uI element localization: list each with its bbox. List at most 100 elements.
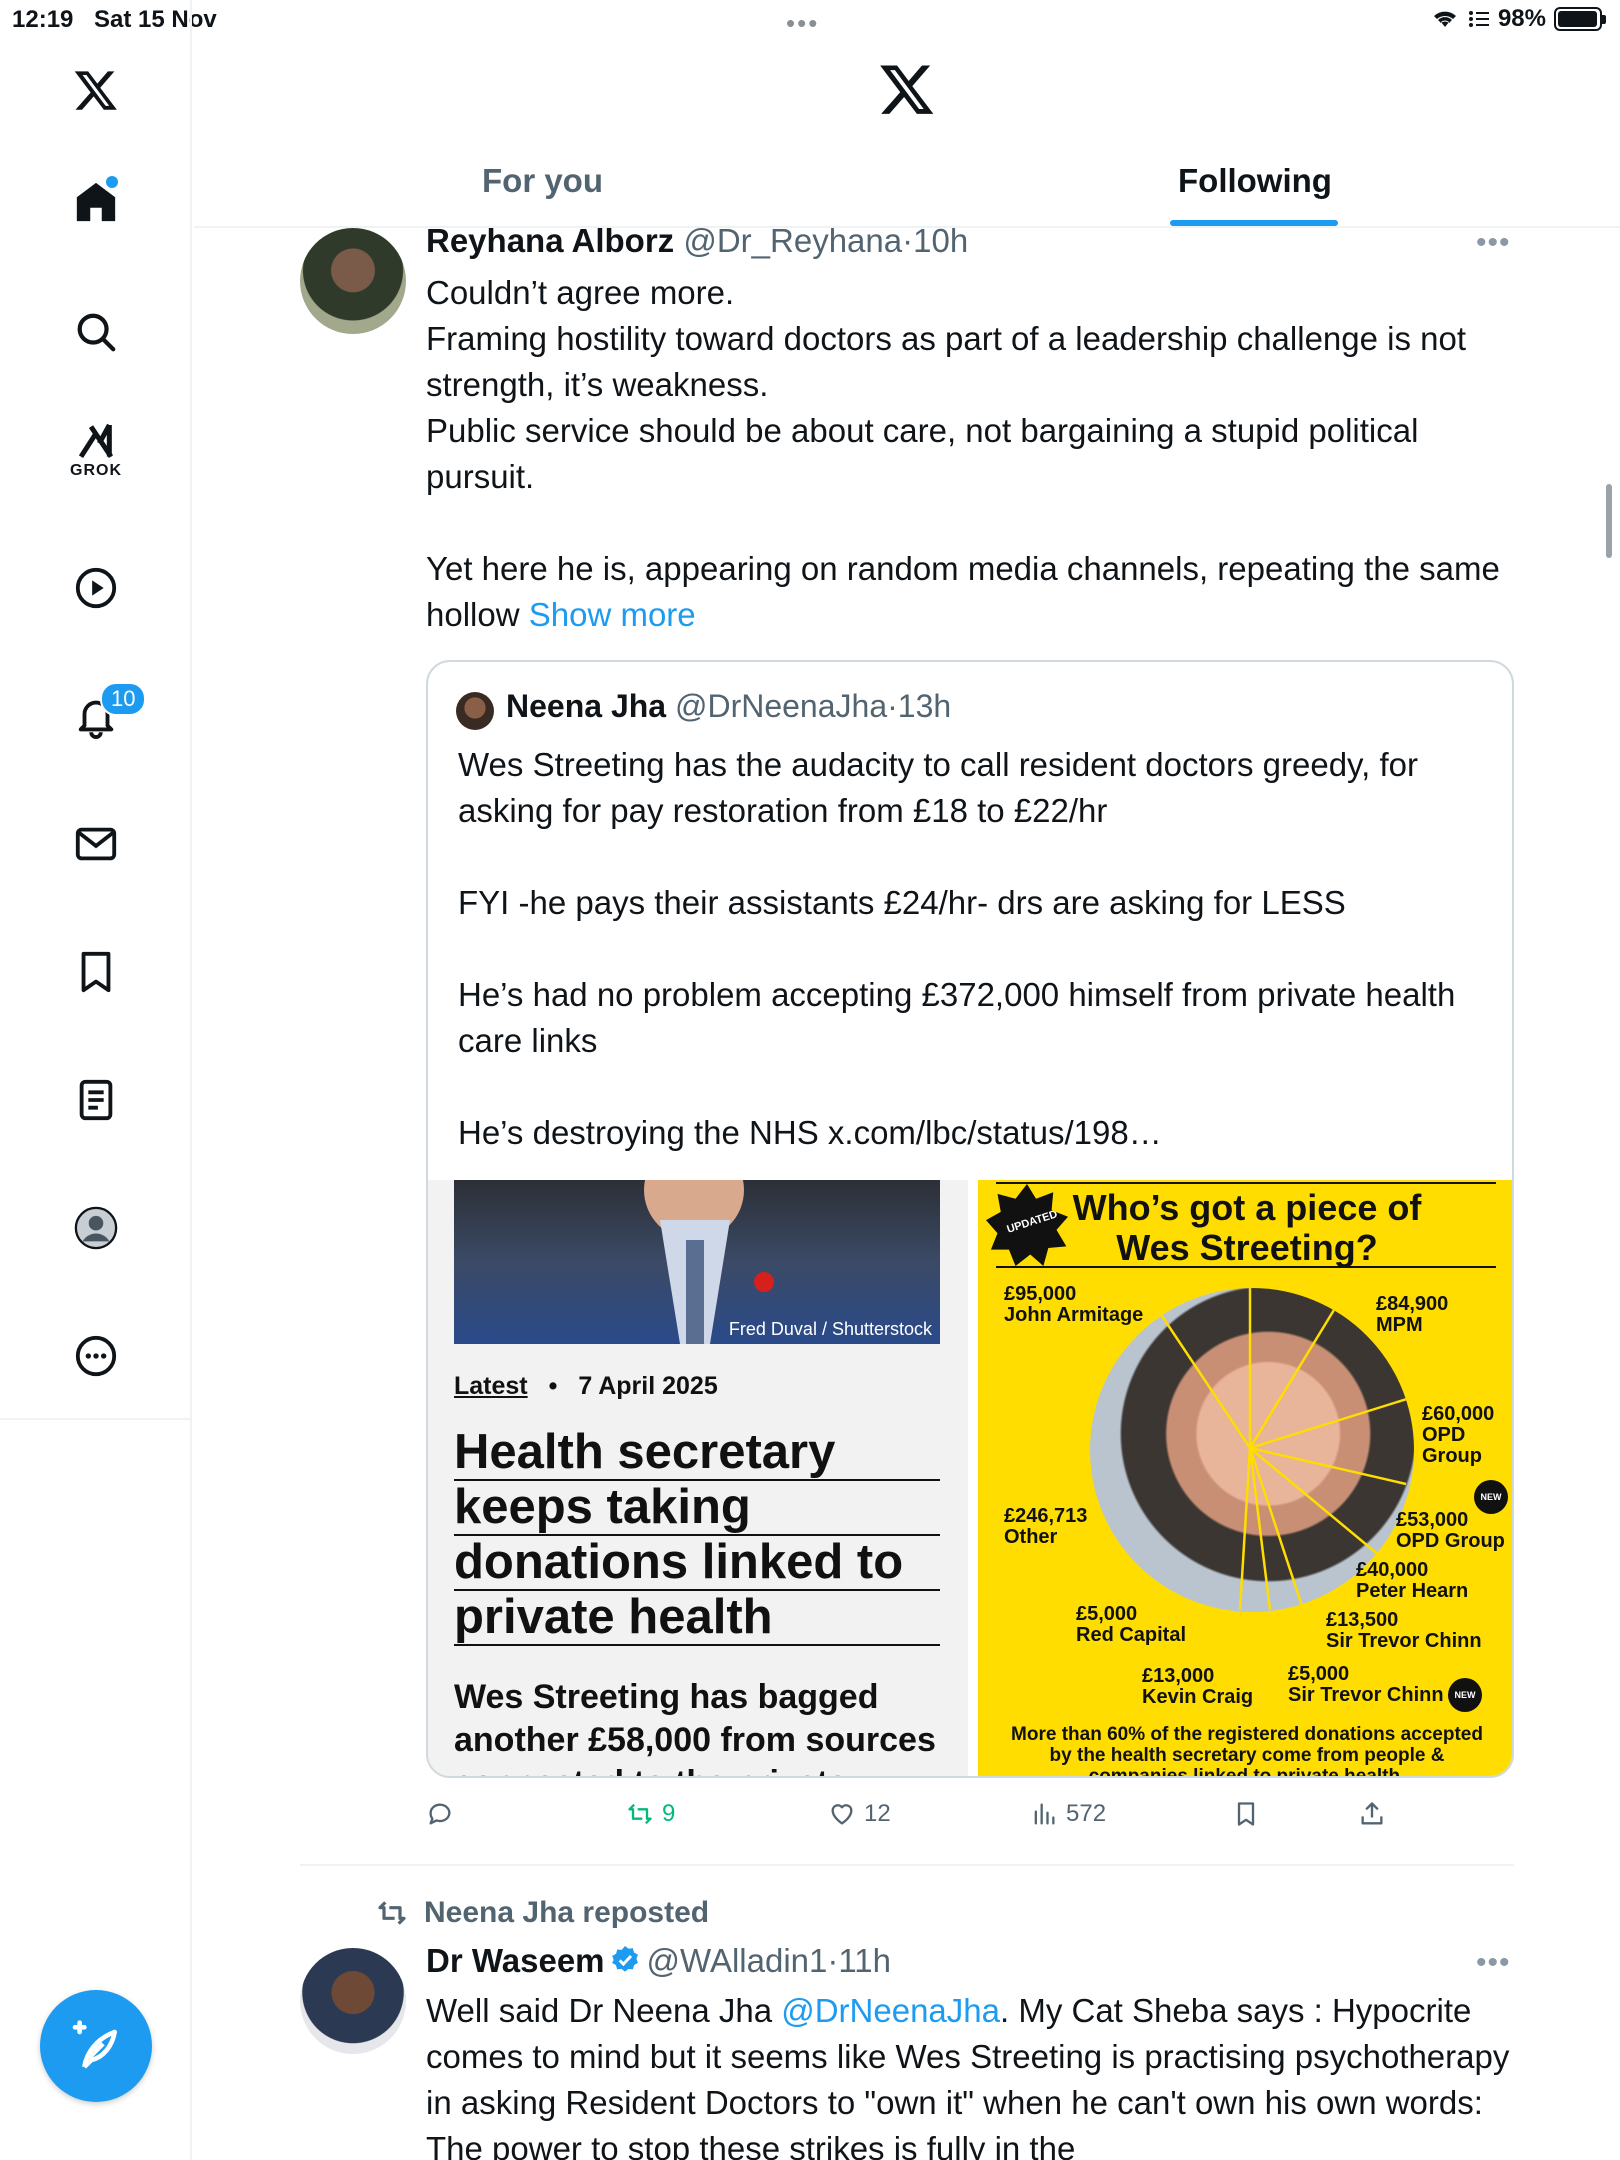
article-screenshot-image[interactable]: Fred Duval / Shutterstock Latest • 7 Apr… [428, 1180, 968, 1776]
views-button[interactable]: 572 [1030, 1800, 1106, 1828]
tab-active-indicator [1170, 220, 1338, 226]
verified-badge-icon [611, 1946, 638, 1972]
notification-badge: 10 [100, 682, 147, 716]
tweet-time[interactable]: 11h [838, 1942, 891, 1979]
quote-line: He’s destroying the NHS x.com/lbc/status… [458, 1114, 1162, 1151]
reposted-by-text: Neena Jha reposted [424, 1896, 710, 1929]
tab-for-you[interactable]: For you [482, 162, 603, 200]
tweet-header: Dr Waseem @WAlladin1·11h [426, 1942, 891, 1979]
tweet-text: Couldn’t agree more. Framing hostility t… [426, 270, 1526, 638]
infographic-rule [996, 1266, 1496, 1268]
label-other: £246,713 Other [1004, 1505, 1088, 1548]
grok-label: GROK [70, 462, 122, 479]
more-options-icon[interactable]: ••• [1476, 1946, 1511, 1980]
label-opd-group-53k: £53,000 OPD Group [1396, 1509, 1505, 1552]
repost-context[interactable]: Neena Jha reposted [376, 1896, 709, 1930]
search-icon[interactable] [60, 296, 132, 368]
grok-icon[interactable]: GROK [60, 414, 132, 486]
more-options-icon[interactable]: ••• [1476, 226, 1511, 260]
label-red-capital: £5,000 Red Capital [1076, 1603, 1187, 1646]
label-kevin-craig: £13,000 Kevin Craig [1142, 1665, 1254, 1708]
infographic-rule [996, 1182, 1496, 1184]
status-bar: 12:19 Sat 15 Nov ••• 98% [0, 0, 1620, 40]
article-standfirst: Wes Streeting has bagged another £58,000… [454, 1678, 936, 1776]
home-icon[interactable] [60, 166, 132, 238]
article-date: 7 April 2025 [578, 1372, 718, 1400]
quote-avatar [456, 692, 494, 730]
views-chart-icon [1034, 1803, 1055, 1825]
tweet-separator [300, 1864, 1514, 1866]
reply-icon [429, 1803, 451, 1825]
label-opd-group-60k: £60,000 OPD Group [1422, 1403, 1495, 1467]
repost-icon [628, 1803, 652, 1825]
tweet-text-part: Well said Dr Neena Jha [426, 1992, 782, 2029]
multitasking-dots-icon[interactable]: ••• [786, 8, 819, 39]
quote-line [458, 1064, 1488, 1110]
video-icon[interactable] [60, 552, 132, 624]
repost-button[interactable]: 9 [626, 1800, 675, 1828]
footnote-line: companies linked to private health. [1088, 1766, 1406, 1778]
poppy-icon [754, 1272, 774, 1292]
quote-author-name: Neena Jha [506, 688, 667, 724]
author-name[interactable]: Reyhana Alborz [426, 222, 674, 259]
article-photo: Fred Duval / Shutterstock [454, 1180, 940, 1344]
feather-plus-icon [72, 2020, 117, 2069]
status-right: 98% [1430, 5, 1606, 33]
label-john-armitage: £95,000 John Armitage [1004, 1283, 1144, 1326]
headline-line: Health secretary [454, 1426, 940, 1481]
infographic-image[interactable]: Who’s got a piece of Wes Streeting? UPDA… [978, 1180, 1512, 1778]
quote-header: Neena Jha @DrNeenaJha·13h [506, 688, 952, 724]
bookmarks-icon[interactable] [60, 936, 132, 1008]
tweet-line [426, 500, 1526, 546]
tweet-time[interactable]: 10h [913, 222, 968, 259]
headline-line: keeps taking [454, 1481, 940, 1536]
headline-line: private health [454, 1591, 940, 1646]
infographic-footnote: More than 60% of the registered donation… [978, 1724, 1512, 1778]
avatar[interactable] [300, 228, 406, 334]
author-handle[interactable]: @WAlladin1 [647, 1942, 828, 1979]
share-icon [1361, 1802, 1383, 1825]
tweet-header: Reyhana Alborz @Dr_Reyhana·10h [426, 222, 969, 259]
show-more-link[interactable]: Show more [529, 596, 696, 633]
quote-line [458, 926, 1488, 972]
wifi-icon [1433, 11, 1456, 27]
like-button[interactable]: 12 [828, 1800, 891, 1828]
battery-icon [1554, 7, 1606, 31]
focus-list-icon [1468, 11, 1489, 27]
notifications-icon[interactable]: 10 [60, 680, 147, 752]
like-count: 12 [864, 1800, 891, 1827]
photo-credit: Fred Duval / Shutterstock [728, 1319, 932, 1339]
bookmark-button[interactable] [1232, 1800, 1260, 1828]
tweet-line: Public service should be about care, not… [426, 412, 1419, 495]
profile-icon[interactable] [60, 1192, 132, 1264]
more-icon[interactable] [60, 1320, 132, 1392]
quote-line [458, 834, 1488, 880]
label-peter-hearn: £40,000 Peter Hearn [1356, 1559, 1469, 1602]
avatar[interactable] [300, 1948, 406, 2054]
tweet-line-last: Yet here he is, appearing on random medi… [426, 546, 1526, 638]
author-handle[interactable]: @Dr_Reyhana [683, 222, 902, 259]
tweet-line: Couldn’t agree more. [426, 274, 735, 311]
reply-button[interactable] [426, 1800, 454, 1828]
tab-following[interactable]: Following [1178, 162, 1332, 200]
headline-line: donations linked to [454, 1536, 940, 1591]
compose-post-button[interactable] [40, 1990, 152, 2102]
x-logo-icon[interactable] [60, 54, 132, 126]
quoted-tweet-card[interactable]: Neena Jha @DrNeenaJha·13h Wes Streeting … [426, 660, 1514, 1778]
mention-link[interactable]: @DrNeenaJha [781, 1992, 1000, 2029]
infographic-title: Who’s got a piece of Wes Streeting? [978, 1188, 1512, 1268]
author-name[interactable]: Dr Waseem [426, 1942, 605, 1979]
label-mpm: £84,900 MPM [1376, 1293, 1449, 1336]
heart-icon [831, 1804, 853, 1825]
article-label: Latest [454, 1372, 528, 1400]
messages-icon[interactable] [60, 808, 132, 880]
scrollbar-thumb[interactable] [1606, 484, 1612, 558]
view-count: 572 [1066, 1800, 1107, 1827]
quote-text: Wes Streeting has the audacity to call r… [458, 742, 1488, 1156]
share-button[interactable] [1358, 1800, 1386, 1828]
article-headline: Health secretary keeps taking donations … [454, 1426, 940, 1646]
tweet-actions: 9 12 572 [426, 1800, 1426, 1840]
quote-media[interactable]: Fred Duval / Shutterstock Latest • 7 Apr… [428, 1180, 1512, 1778]
header-x-logo-icon[interactable] [878, 60, 936, 118]
lists-icon[interactable] [60, 1064, 132, 1136]
